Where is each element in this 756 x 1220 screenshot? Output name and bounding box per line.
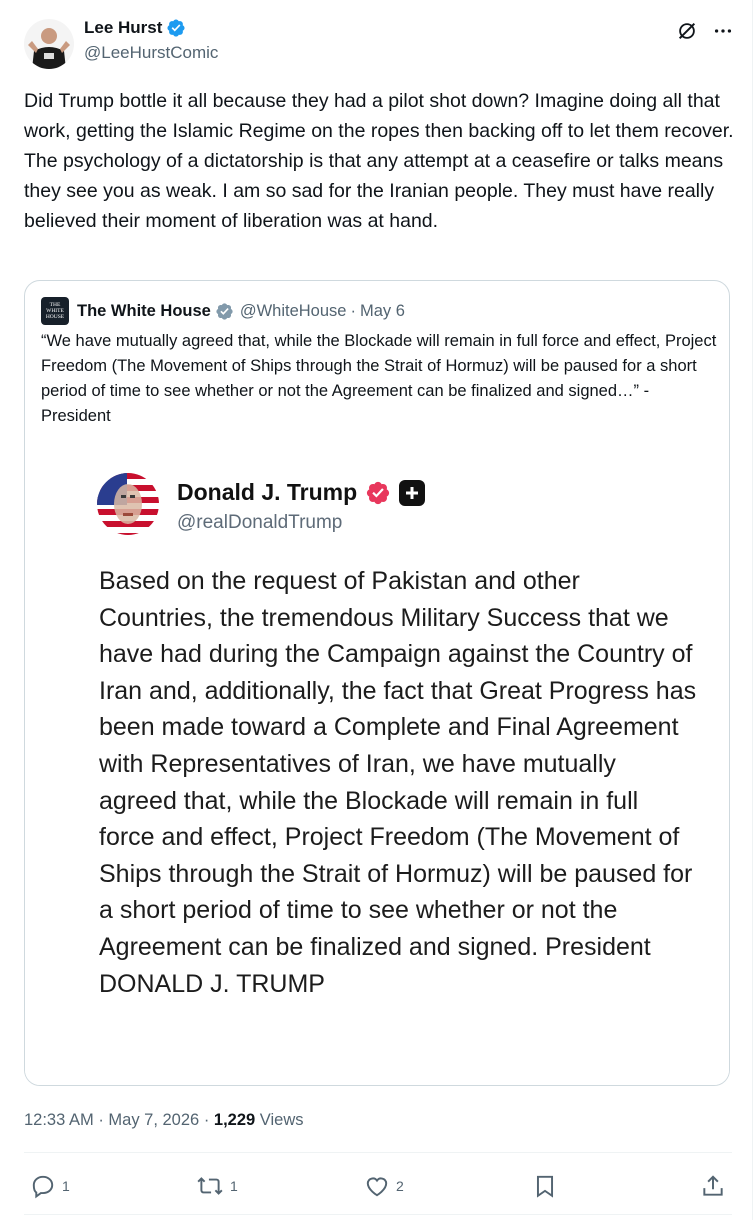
embedded-author-name: Donald J. Trump (177, 479, 358, 505)
grok-icon[interactable] (676, 20, 698, 42)
tweet-text: Did Trump bottle it all because they had… (24, 90, 734, 232)
reply-count: 1 (62, 1178, 70, 1194)
share-button[interactable] (700, 1173, 726, 1199)
page-border (752, 0, 753, 1220)
views-count: 1,229 (213, 1111, 256, 1129)
quoted-tweet-card[interactable]: THE WHITE HOUSE The White House @WhiteHo… (24, 280, 730, 1086)
author-handle[interactable]: @LeeHurstComic (84, 43, 218, 63)
quoted-tweet-text: “We have mutually agreed that, while the… (41, 332, 717, 425)
divider (24, 1214, 732, 1215)
repost-count: 1 (230, 1178, 238, 1194)
reply-button[interactable]: 1 (30, 1173, 70, 1199)
quoted-author-handle: @WhiteHouse (239, 301, 347, 320)
plus-icon (399, 479, 426, 506)
author-name[interactable]: Lee Hurst (84, 18, 162, 38)
separator-dot: · (98, 1111, 104, 1129)
person-avatar-icon (24, 19, 74, 69)
bookmark-icon (536, 1175, 554, 1198)
repost-button[interactable]: 1 (196, 1173, 238, 1199)
embedded-name-row: Donald J. Trump (177, 479, 426, 506)
views-label: Views (259, 1111, 304, 1129)
more-icon[interactable] (712, 20, 734, 42)
tweet-date[interactable]: May 7, 2026 (108, 1111, 199, 1129)
like-button[interactable]: 2 (364, 1173, 404, 1199)
heart-icon (366, 1177, 388, 1197)
quoted-tweet-header: THE WHITE HOUSE The White House @WhiteHo… (41, 297, 405, 325)
author-name-row: Lee Hurst (84, 18, 186, 38)
bookmark-button[interactable] (532, 1173, 558, 1199)
share-icon (703, 1175, 723, 1196)
like-count: 2 (396, 1178, 404, 1194)
trump-avatar (97, 473, 159, 535)
embedded-screenshot[interactable]: Donald J. Trump @realDonaldTrump Based o… (25, 451, 729, 1085)
quoted-date[interactable]: May 6 (360, 302, 405, 321)
tweet-time[interactable]: 12:33 AM (24, 1111, 94, 1129)
separator-dot: · (203, 1111, 210, 1129)
white-house-logo: THE WHITE HOUSE (41, 297, 69, 325)
author-avatar[interactable] (24, 19, 74, 69)
truth-verified-badge-icon (367, 481, 390, 504)
embedded-post-body: Based on the request of Pakistan and oth… (99, 567, 697, 998)
separator-dot: · (350, 301, 356, 320)
verified-badge-icon (167, 19, 185, 37)
top-icons (676, 20, 734, 42)
flag-portrait-icon (97, 473, 159, 535)
tweet-meta: 12:33 AM · May 7, 2026 · 1,229 Views (24, 1111, 304, 1130)
divider (24, 1152, 732, 1153)
repost-icon (197, 1177, 223, 1195)
verified-gray-badge-icon (216, 302, 233, 320)
quoted-author-name[interactable]: The White House (77, 302, 211, 321)
embedded-author-handle: @realDonaldTrump (177, 512, 343, 533)
reply-icon (32, 1175, 54, 1199)
action-bar: 1 1 2 (0, 1167, 756, 1203)
